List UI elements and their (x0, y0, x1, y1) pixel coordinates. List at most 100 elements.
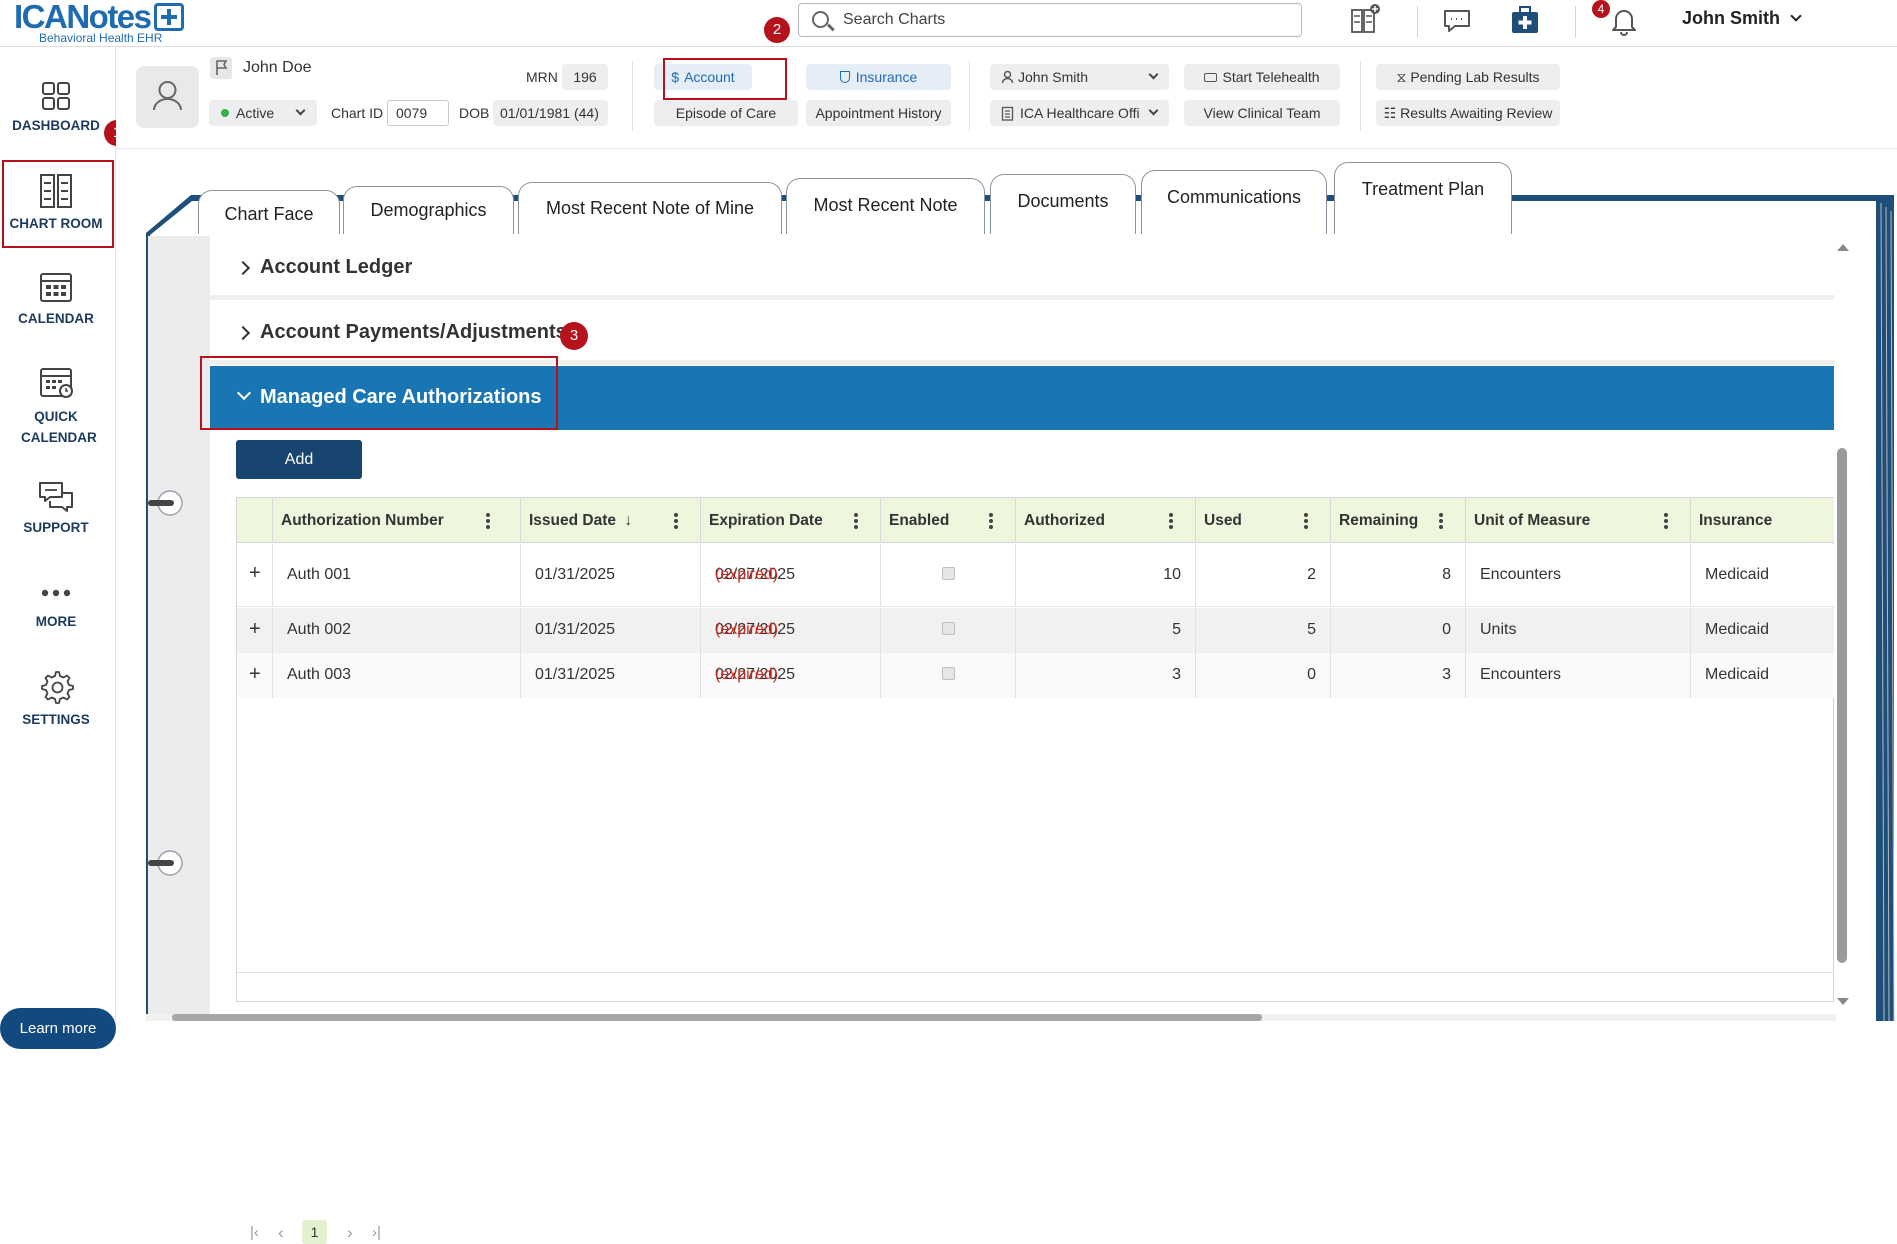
chevron-down-icon (1148, 69, 1159, 80)
col-remaining[interactable]: Remaining (1331, 498, 1466, 543)
nav-label: CALENDAR (18, 311, 94, 326)
episode-of-care-button[interactable]: Episode of Care (654, 100, 798, 126)
column-menu-icon[interactable] (1657, 511, 1675, 531)
insurance-label: Insurance (855, 69, 918, 85)
page-number[interactable]: 1 (302, 1220, 327, 1244)
tab-demographics[interactable]: Demographics (343, 186, 514, 234)
cell-remaining: 8 (1442, 566, 1451, 583)
cell-authorized: 5 (1172, 621, 1181, 638)
column-label: Authorization Number (281, 512, 444, 529)
col-enabled[interactable]: Enabled (881, 498, 1016, 543)
tab-chart-face[interactable]: Chart Face (198, 190, 340, 234)
column-label: Unit of Measure (1474, 512, 1591, 529)
status-dropdown[interactable]: Active (209, 100, 317, 126)
user-menu[interactable]: John Smith (1682, 8, 1802, 29)
column-menu-icon[interactable] (1162, 511, 1180, 531)
results-awaiting-review-button[interactable]: ☷ Results Awaiting Review (1376, 100, 1560, 126)
nav-label: QUICK CALENDAR (21, 409, 97, 445)
app-logo[interactable]: ICANotes Behavioral Health EHR (14, 0, 189, 46)
cell-insurance: Medicaid (1705, 621, 1770, 638)
search-charts[interactable] (798, 3, 1302, 37)
facility-dropdown[interactable]: ICA Healthcare Offi (990, 100, 1169, 126)
table-row[interactable]: + Auth 002 01/31/2025 02/27/2025 (expire… (237, 608, 1835, 653)
col-unit-of-measure[interactable]: Unit of Measure (1466, 498, 1691, 543)
next-page-icon[interactable]: › (347, 1223, 353, 1243)
col-used[interactable]: Used (1196, 498, 1331, 543)
cell-auth-number: Auth 002 (287, 621, 352, 638)
column-menu-icon[interactable] (667, 511, 685, 531)
table-row[interactable]: + Auth 001 01/31/2025 02/27/2025 (expire… (237, 544, 1835, 607)
grid-header: Authorization Number Issued Date ↓ Expir… (237, 498, 1835, 543)
column-menu-icon[interactable] (479, 511, 497, 531)
scroll-down-icon[interactable] (1837, 998, 1849, 1005)
tab-treatment-plan[interactable]: Treatment Plan (1334, 162, 1512, 234)
medical-case-icon[interactable] (1508, 4, 1542, 36)
scroll-up-icon[interactable] (1837, 244, 1849, 251)
chartroom-add-icon[interactable] (1348, 4, 1382, 36)
column-label: Insurance (1699, 512, 1773, 529)
cell-insurance: Medicaid (1705, 666, 1770, 683)
avatar[interactable] (136, 66, 199, 128)
provider-dropdown[interactable]: John Smith (990, 64, 1169, 90)
callout-badge-3: 3 (560, 322, 588, 350)
last-page-icon[interactable]: ›| (372, 1224, 381, 1241)
column-menu-icon[interactable] (847, 511, 865, 531)
nav-support[interactable]: SUPPORT (0, 480, 112, 535)
nav-settings[interactable]: SETTINGS (0, 668, 112, 727)
cell-unit-of-measure: Encounters (1480, 566, 1561, 583)
tab-communications[interactable]: Communications (1141, 170, 1327, 234)
notification-badge: 4 (1592, 0, 1610, 18)
start-telehealth-button[interactable]: Start Telehealth (1184, 64, 1340, 90)
expand-row-icon[interactable]: + (249, 562, 261, 585)
bell-icon[interactable] (1607, 4, 1641, 36)
chevron-down-icon (1148, 105, 1159, 116)
cell-authorized: 10 (1163, 566, 1181, 583)
patient-name: John Doe (243, 59, 312, 76)
learn-more-button[interactable]: Learn more (0, 1008, 116, 1049)
appointment-history-button[interactable]: Appointment History (806, 100, 951, 126)
logo-plus-icon (154, 3, 184, 31)
logo-subtitle: Behavioral Health EHR (39, 31, 163, 45)
provider-label: John Smith (1018, 69, 1089, 85)
nav-quick-calendar[interactable]: QUICK CALENDAR (0, 364, 112, 448)
tab-most-recent-note-of-mine[interactable]: Most Recent Note of Mine (518, 182, 782, 234)
highlight-chart-room (2, 160, 114, 248)
col-authorization-number[interactable]: Authorization Number (273, 498, 521, 543)
tab-documents[interactable]: Documents (990, 174, 1136, 234)
column-menu-icon[interactable] (1297, 511, 1315, 531)
chat-icon[interactable] (1440, 4, 1474, 36)
nav-label: DASHBOARD (12, 118, 100, 133)
pending-lab-results-button[interactable]: ⧖ Pending Lab Results (1376, 64, 1560, 90)
view-clinical-team-button[interactable]: View Clinical Team (1184, 100, 1340, 126)
scroll-thumb[interactable] (172, 1014, 1262, 1021)
status-label: Active (236, 105, 275, 121)
cell-used: 2 (1307, 566, 1316, 583)
dob-value: 01/01/1981 (44) (493, 100, 608, 126)
expand-row-icon[interactable]: + (249, 663, 261, 686)
first-page-icon[interactable]: |‹ (250, 1224, 259, 1241)
prev-page-icon[interactable]: ‹ (278, 1223, 284, 1243)
column-menu-icon[interactable] (1432, 511, 1450, 531)
nav-dashboard[interactable]: DASHBOARD (0, 80, 112, 133)
dob-label: DOB (459, 105, 490, 121)
vertical-scrollbar[interactable] (1834, 236, 1850, 1021)
col-authorized[interactable]: Authorized (1016, 498, 1196, 543)
col-issued-date[interactable]: Issued Date ↓ (521, 498, 701, 543)
tab-most-recent-note[interactable]: Most Recent Note (786, 178, 985, 234)
expand-row-icon[interactable]: + (249, 618, 261, 641)
col-expiration-date[interactable]: Expiration Date (701, 498, 881, 543)
binder-ring-icon (148, 850, 183, 876)
col-insurance[interactable]: Insurance (1691, 498, 1835, 543)
column-menu-icon[interactable] (982, 511, 1000, 531)
scroll-thumb[interactable] (1837, 448, 1847, 963)
flag-icon[interactable] (209, 56, 233, 80)
search-input[interactable] (843, 8, 1283, 32)
table-row[interactable]: + Auth 003 01/31/2025 02/27/2025 (expire… (237, 653, 1835, 698)
nav-calendar[interactable]: CALENDAR (0, 269, 112, 326)
horizontal-scrollbar[interactable] (146, 1014, 1836, 1021)
section-account-ledger[interactable]: Account Ledger (210, 236, 1834, 300)
cell-auth-number: Auth 003 (287, 666, 352, 683)
add-button[interactable]: Add (236, 440, 362, 479)
nav-more[interactable]: MORE (0, 578, 112, 629)
insurance-button[interactable]: Insurance (806, 64, 951, 90)
